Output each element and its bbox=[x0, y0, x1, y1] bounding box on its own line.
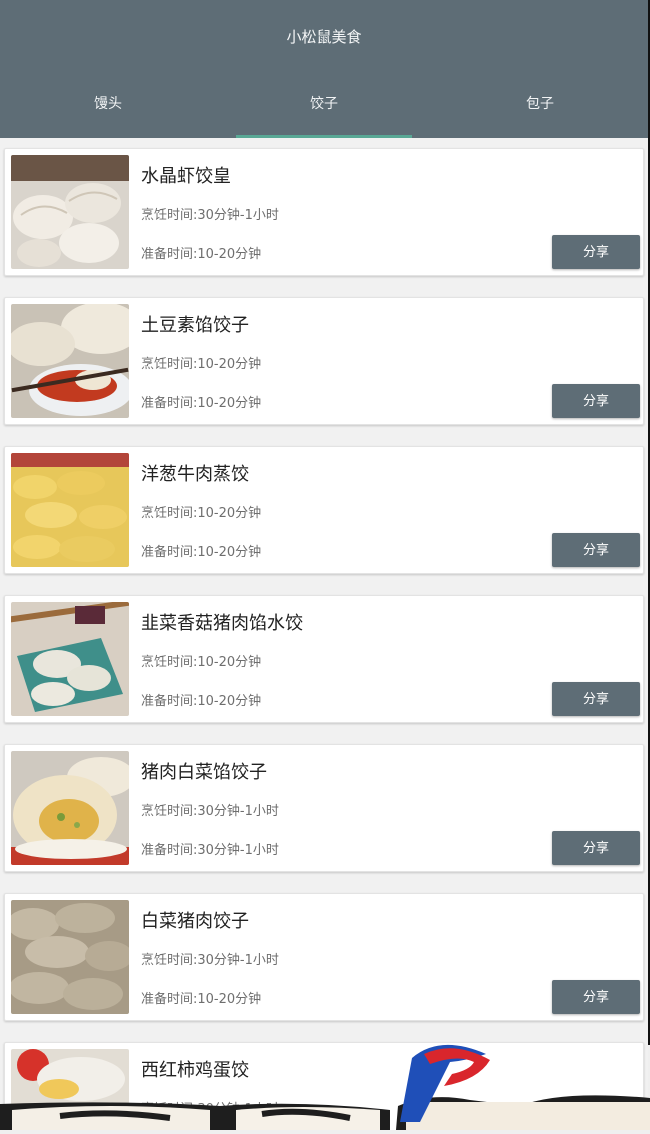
recipe-photo bbox=[11, 155, 129, 269]
share-button[interactable]: 分享 bbox=[552, 980, 640, 1014]
recipe-photo bbox=[11, 900, 129, 1014]
recipe-card[interactable]: 韭菜香菇猪肉馅水饺 烹饪时间:10-20分钟 准备时间:10-20分钟 分享 bbox=[4, 595, 644, 723]
recipe-card[interactable]: 白菜猪肉饺子 烹饪时间:30分钟-1小时 准备时间:10-20分钟 分享 bbox=[4, 893, 644, 1021]
recipe-photo bbox=[11, 304, 129, 418]
cook-time: 烹饪时间:30分钟-1小时 bbox=[141, 804, 279, 819]
cook-time: 烹饪时间:10-20分钟 bbox=[141, 506, 262, 521]
recipe-card[interactable]: 土豆素馅饺子 烹饪时间:10-20分钟 准备时间:10-20分钟 分享 bbox=[4, 297, 644, 425]
prep-time: 准备时间:30分钟-1小时 bbox=[141, 843, 279, 858]
tab-bar: 馒头 饺子 包子 bbox=[0, 85, 648, 138]
prep-time: 准备时间:10-20分钟 bbox=[141, 247, 262, 262]
recipe-card[interactable]: 猪肉白菜馅饺子 烹饪时间:30分钟-1小时 准备时间:30分钟-1小时 分享 bbox=[4, 744, 644, 872]
recipe-name: 白菜猪肉饺子 bbox=[141, 911, 249, 932]
prep-time: 准备时间:10-20分钟 bbox=[141, 396, 262, 411]
cook-time: 烹饪时间:30分钟-1小时 bbox=[141, 953, 279, 968]
recipe-name: 猪肉白菜馅饺子 bbox=[141, 762, 267, 783]
recipe-photo bbox=[11, 453, 129, 567]
cook-time: 烹饪时间:30分钟-1小时 bbox=[141, 208, 279, 223]
tab-label: 饺子 bbox=[310, 96, 338, 112]
recipe-name: 洋葱牛肉蒸饺 bbox=[141, 464, 249, 485]
share-button[interactable]: 分享 bbox=[552, 235, 640, 269]
app-screen: 小松鼠美食 馒头 饺子 包子 水晶虾饺皇 烹饪时间:30分钟-1小时 准备时间:… bbox=[0, 0, 648, 1130]
recipe-photo bbox=[11, 602, 129, 716]
app-bar: 小松鼠美食 馒头 饺子 包子 bbox=[0, 0, 648, 138]
recipe-name: 韭菜香菇猪肉馅水饺 bbox=[141, 613, 303, 634]
tab-mantou[interactable]: 馒头 bbox=[0, 85, 216, 138]
tab-label: 馒头 bbox=[94, 96, 122, 112]
recipe-name: 土豆素馅饺子 bbox=[141, 315, 249, 336]
recipe-list[interactable]: 水晶虾饺皇 烹饪时间:30分钟-1小时 准备时间:10-20分钟 分享 土豆素馅… bbox=[0, 138, 648, 1130]
share-button[interactable]: 分享 bbox=[552, 682, 640, 716]
share-button[interactable]: 分享 bbox=[552, 533, 640, 567]
recipe-photo bbox=[11, 751, 129, 865]
share-button[interactable]: 分享 bbox=[552, 384, 640, 418]
recipe-card[interactable]: 水晶虾饺皇 烹饪时间:30分钟-1小时 准备时间:10-20分钟 分享 bbox=[4, 148, 644, 276]
overlay-graphic bbox=[0, 1040, 650, 1130]
tab-baozi[interactable]: 包子 bbox=[432, 85, 648, 138]
prep-time: 准备时间:10-20分钟 bbox=[141, 694, 262, 709]
recipe-card[interactable]: 洋葱牛肉蒸饺 烹饪时间:10-20分钟 准备时间:10-20分钟 分享 bbox=[4, 446, 644, 574]
tab-jiaozi[interactable]: 饺子 bbox=[216, 85, 432, 138]
prep-time: 准备时间:10-20分钟 bbox=[141, 992, 262, 1007]
share-button[interactable]: 分享 bbox=[552, 831, 640, 865]
cook-time: 烹饪时间:10-20分钟 bbox=[141, 357, 262, 372]
cook-time: 烹饪时间:10-20分钟 bbox=[141, 655, 262, 670]
prep-time: 准备时间:10-20分钟 bbox=[141, 545, 262, 560]
tab-label: 包子 bbox=[526, 96, 554, 112]
app-title: 小松鼠美食 bbox=[286, 28, 362, 46]
recipe-name: 水晶虾饺皇 bbox=[141, 166, 231, 187]
